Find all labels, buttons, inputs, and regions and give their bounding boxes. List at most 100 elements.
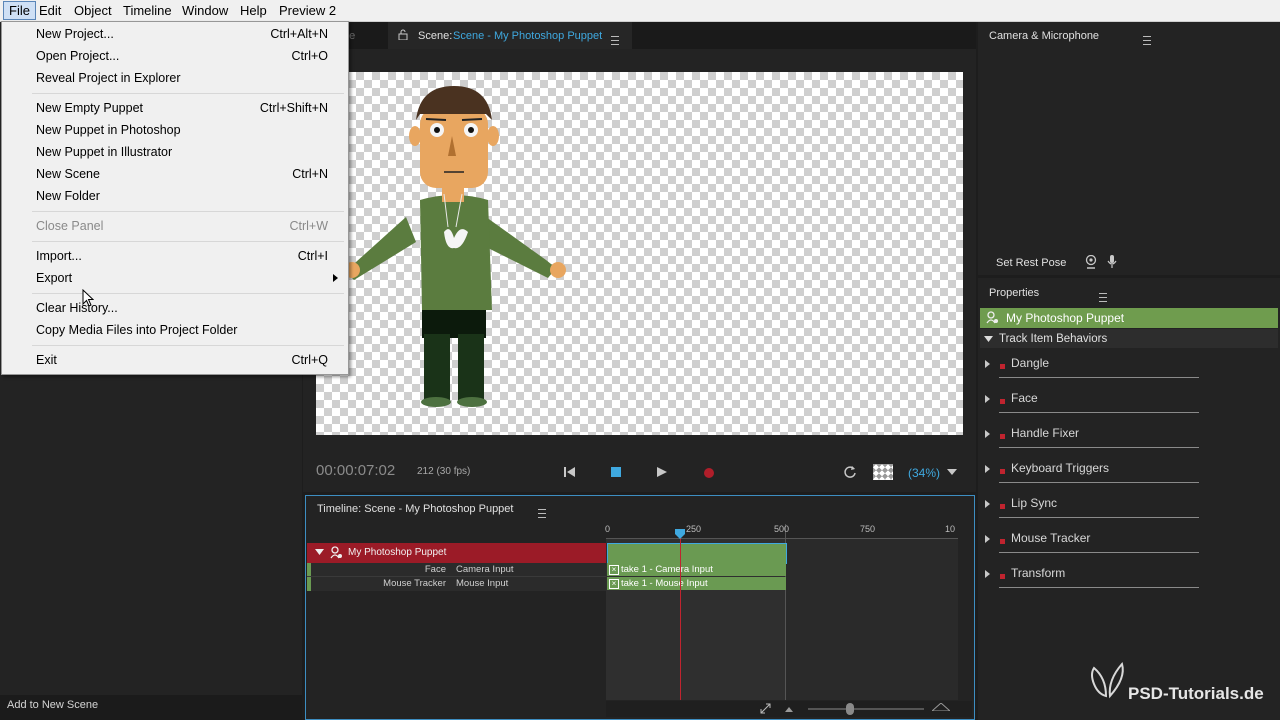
- expand-triangle-icon[interactable]: [985, 360, 990, 368]
- menu-item-reveal-project[interactable]: Reveal Project in Explorer: [2, 67, 348, 89]
- menu-timeline[interactable]: Timeline: [118, 2, 177, 19]
- watermark-logo-icon: [1091, 661, 1124, 699]
- properties-puppet-name: My Photoshop Puppet: [1006, 311, 1125, 325]
- behavior-dangle[interactable]: Dangle: [980, 350, 1280, 385]
- menu-separator: [32, 241, 344, 242]
- go-to-start-icon[interactable]: [563, 466, 577, 478]
- puppet-clip[interactable]: [607, 543, 787, 564]
- menu-item-export[interactable]: Export: [2, 267, 348, 289]
- watermark-text: PSD-Tutorials.de: [1128, 684, 1264, 703]
- behavior-label: Face: [1011, 391, 1038, 405]
- behavior-underline: [999, 377, 1199, 378]
- collapse-triangle-icon[interactable]: [984, 336, 993, 342]
- camera-menu-icon[interactable]: [1142, 36, 1151, 46]
- playhead-handle-icon[interactable]: [674, 528, 686, 540]
- behavior-label: Lip Sync: [1011, 496, 1058, 510]
- menu-bar: File Edit Object Timeline Window Help Pr…: [0, 0, 1280, 22]
- behavior-underline: [999, 447, 1199, 448]
- set-rest-pose-button[interactable]: Set Rest Pose: [996, 257, 1066, 269]
- expand-triangle-icon[interactable]: [985, 570, 990, 578]
- menu-item-copy-media[interactable]: Copy Media Files into Project Folder: [2, 319, 348, 341]
- menu-item-new-project[interactable]: New Project... Ctrl+Alt+N: [2, 23, 348, 45]
- menu-help[interactable]: Help: [235, 2, 272, 19]
- webcam-icon[interactable]: [1085, 255, 1097, 269]
- menu-item-label: New Project...: [36, 27, 114, 41]
- expand-triangle-icon[interactable]: [985, 430, 990, 438]
- take-disable-icon[interactable]: ×: [609, 565, 619, 575]
- lock-icon[interactable]: [398, 29, 408, 40]
- menu-item-close-panel[interactable]: Close Panel Ctrl+W: [2, 215, 348, 237]
- ruler-tick: 250: [686, 524, 702, 534]
- menu-item-label: Reveal Project in Explorer: [36, 71, 181, 85]
- ruler-tick: 500: [774, 524, 790, 534]
- menu-item-shortcut: Ctrl+I: [297, 249, 328, 263]
- timeline-zoom-slider[interactable]: [846, 703, 854, 715]
- scene-menu-icon[interactable]: [611, 36, 619, 46]
- menu-item-label: Close Panel: [36, 219, 104, 233]
- menu-item-label: New Empty Puppet: [36, 101, 143, 115]
- menu-item-clear-history[interactable]: Clear History...: [2, 297, 348, 319]
- behavior-label-mouse-tracker: Mouse Tracker: [383, 578, 446, 589]
- expand-triangle-icon[interactable]: [985, 465, 990, 473]
- behavior-face[interactable]: Face: [980, 385, 1280, 420]
- behavior-transform[interactable]: Transform: [980, 560, 1280, 595]
- zoom-out-icon[interactable]: [785, 707, 793, 712]
- menu-item-new-empty-puppet[interactable]: New Empty Puppet Ctrl+Shift+N: [2, 97, 348, 119]
- behavior-mouse-tracker[interactable]: Mouse Tracker: [980, 525, 1280, 560]
- properties-title: Properties: [989, 287, 1040, 299]
- menu-file[interactable]: File: [3, 1, 36, 20]
- menu-item-import[interactable]: Import... Ctrl+I: [2, 245, 348, 267]
- timeline-zoom-track[interactable]: [808, 708, 924, 710]
- timecode-display[interactable]: 00:00:07:02: [316, 462, 395, 479]
- stop-icon[interactable]: [611, 467, 621, 477]
- menu-preview[interactable]: Preview 2: [274, 2, 341, 19]
- timeline-ruler[interactable]: [606, 534, 958, 539]
- zoom-level[interactable]: (34%): [908, 466, 940, 480]
- collapse-triangle-icon[interactable]: [315, 549, 324, 555]
- play-icon[interactable]: [656, 466, 668, 478]
- puppet-icon: [330, 546, 342, 559]
- menu-edit[interactable]: Edit: [34, 2, 66, 19]
- properties-menu-icon[interactable]: [1099, 293, 1108, 303]
- menu-item-new-scene[interactable]: New Scene Ctrl+N: [2, 163, 348, 185]
- menu-item-label: New Puppet in Photoshop: [36, 123, 181, 137]
- expand-icon[interactable]: [760, 703, 771, 714]
- menu-item-exit[interactable]: Exit Ctrl+Q: [2, 349, 348, 371]
- menu-window[interactable]: Window: [177, 2, 233, 19]
- menu-item-open-project[interactable]: Open Project... Ctrl+O: [2, 45, 348, 67]
- menu-item-new-folder[interactable]: New Folder: [2, 185, 348, 207]
- timeline-menu-icon[interactable]: [538, 509, 547, 519]
- menu-item-new-puppet-illustrator[interactable]: New Puppet in Illustrator: [2, 141, 348, 163]
- zoom-in-icon[interactable]: [932, 703, 950, 711]
- refresh-icon[interactable]: [843, 465, 857, 479]
- expand-triangle-icon[interactable]: [985, 500, 990, 508]
- menu-item-label: New Puppet in Illustrator: [36, 145, 173, 159]
- behavior-keyboard-triggers[interactable]: Keyboard Triggers: [980, 455, 1280, 490]
- behavior-handle-fixer[interactable]: Handle Fixer: [980, 420, 1280, 455]
- menu-item-shortcut: Ctrl+O: [291, 49, 328, 63]
- menu-separator: [32, 93, 344, 94]
- behavior-marker: [1000, 574, 1005, 579]
- behavior-label: Mouse Tracker: [1011, 531, 1091, 545]
- ruler-tick: 10: [945, 524, 956, 534]
- menu-item-shortcut: Ctrl+N: [292, 167, 328, 181]
- expand-triangle-icon[interactable]: [985, 395, 990, 403]
- playhead-line[interactable]: [680, 535, 681, 700]
- menu-object[interactable]: Object: [69, 2, 117, 19]
- scene-tab-prefix: Scene:: [418, 30, 453, 42]
- frame-info: 212 (30 fps): [417, 466, 471, 477]
- behavior-lip-sync[interactable]: Lip Sync: [980, 490, 1280, 525]
- microphone-icon[interactable]: [1107, 255, 1117, 269]
- camera-panel: [978, 22, 1280, 275]
- expand-triangle-icon[interactable]: [985, 535, 990, 543]
- scene-canvas[interactable]: [316, 72, 963, 435]
- record-icon[interactable]: [704, 468, 714, 478]
- behaviors-section-title: Track Item Behaviors: [999, 333, 1108, 345]
- menu-item-label: Open Project...: [36, 49, 120, 63]
- menu-item-shortcut: Ctrl+Alt+N: [270, 27, 328, 41]
- menu-item-new-puppet-photoshop[interactable]: New Puppet in Photoshop: [2, 119, 348, 141]
- transparency-grid-icon[interactable]: [873, 464, 893, 480]
- chevron-down-icon[interactable]: [947, 469, 957, 475]
- add-to-new-scene-button[interactable]: Add to New Scene: [7, 699, 98, 711]
- take-disable-icon[interactable]: ×: [609, 579, 619, 589]
